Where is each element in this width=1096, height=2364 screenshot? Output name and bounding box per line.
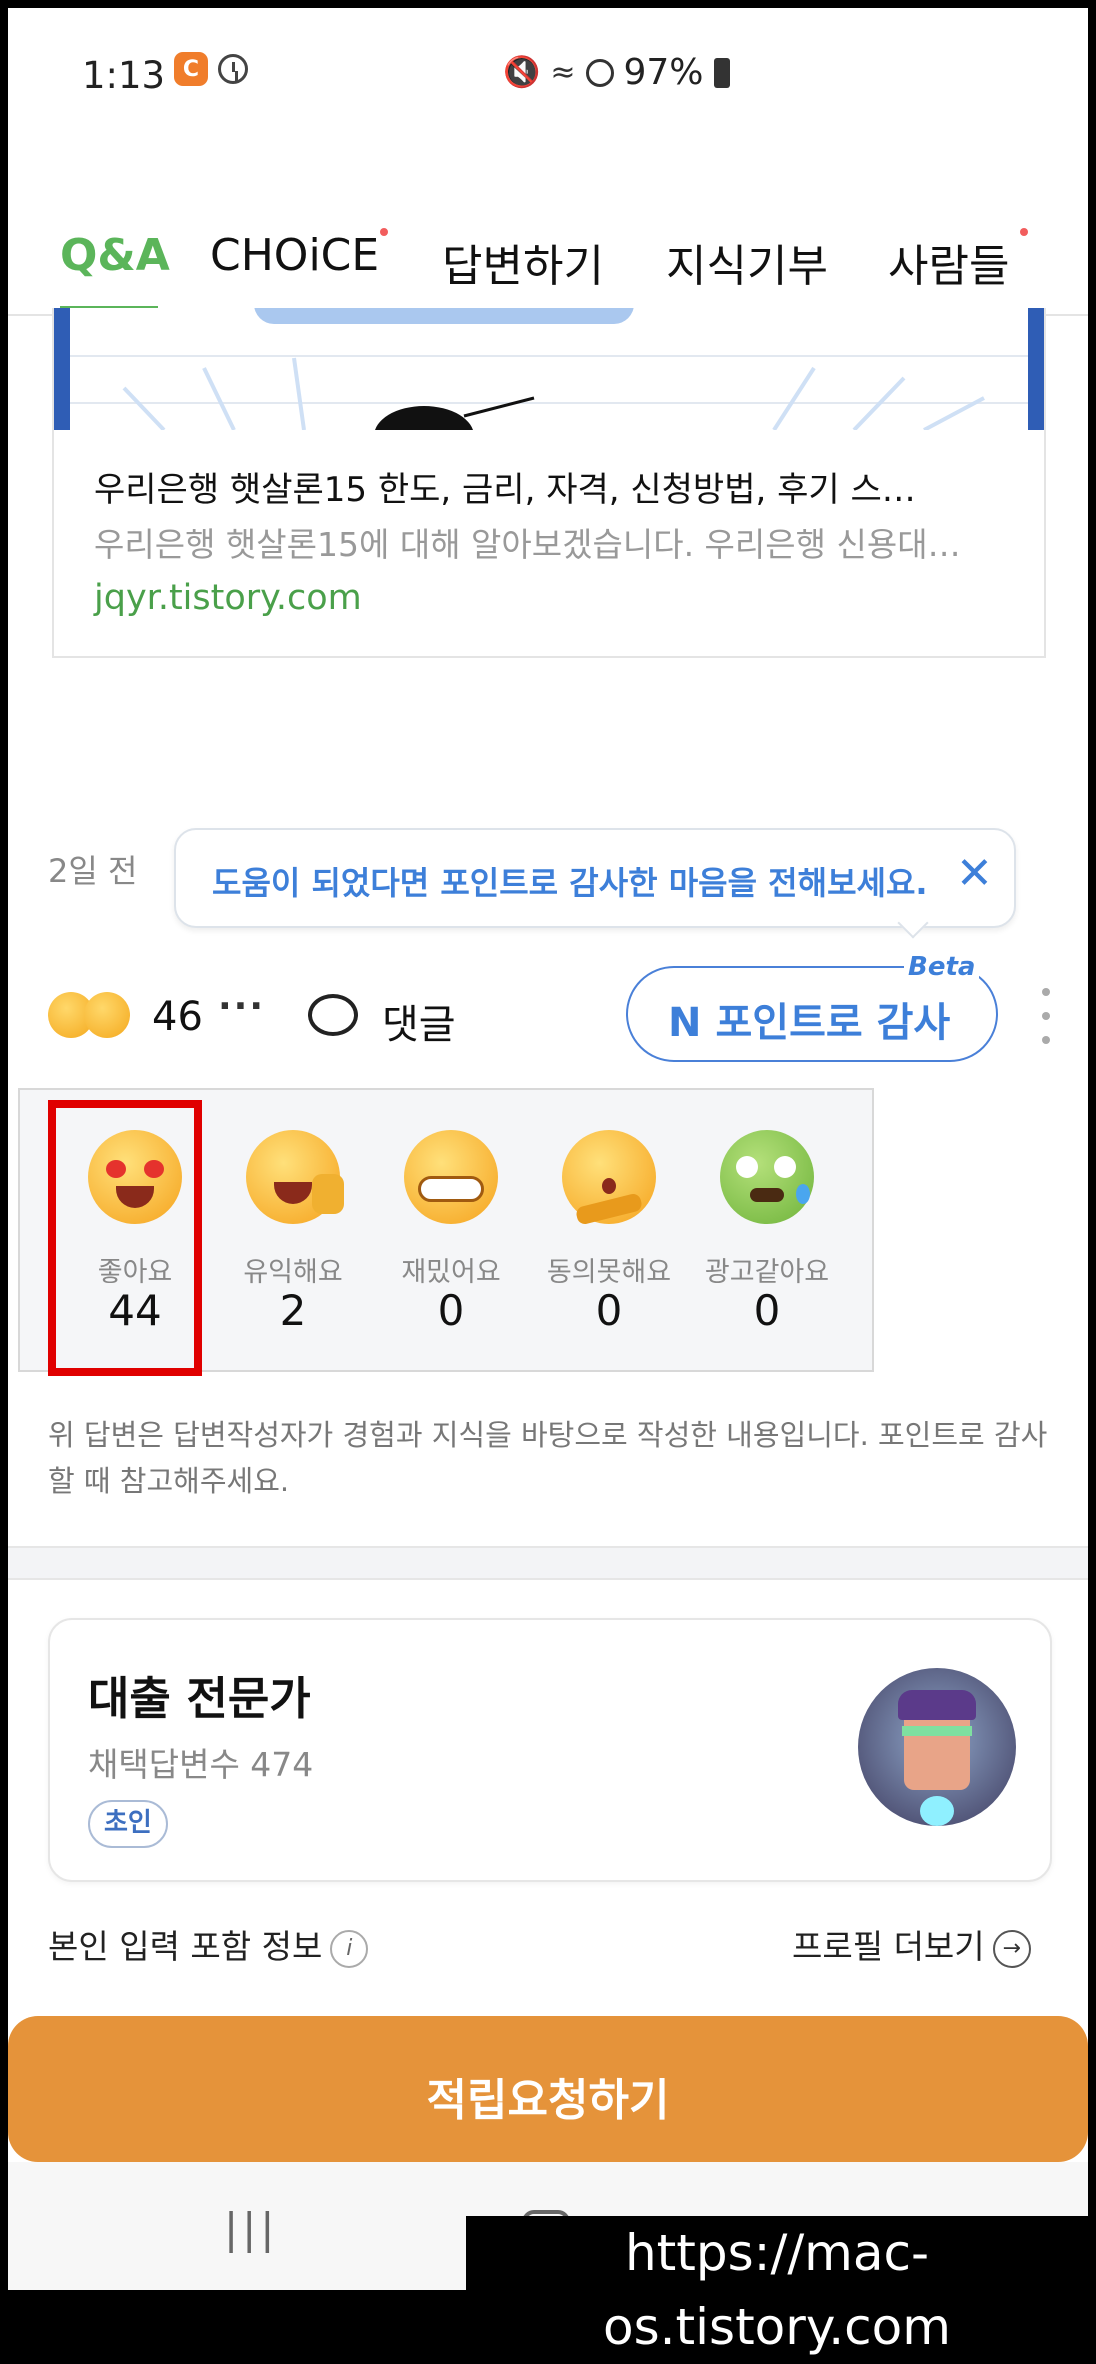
reaction-ad[interactable]: 광고같아요 0 <box>692 1090 842 1374</box>
request-points-button[interactable]: 적립요청하기 <box>8 2016 1088 2162</box>
reaction-summary-icons[interactable] <box>48 992 148 1042</box>
nauseated-emoji-icon <box>720 1130 814 1224</box>
info-icon[interactable]: i <box>330 1929 369 1968</box>
answerer-profile-card[interactable]: 대출 전문가 채택답변수 474 초인 <box>48 1618 1052 1882</box>
adopted-answer-count: 채택답변수 474 <box>88 1745 314 1784</box>
wifi-icon: ≈ <box>550 55 576 90</box>
self-input-info[interactable]: 본인 입력 포함 정보 i <box>48 1920 369 1968</box>
battery-percent: 97% <box>623 52 704 93</box>
status-icons: 🔇 ≈ 97% <box>503 52 730 93</box>
self-info-label: 본인 입력 포함 정보 <box>48 1927 323 1966</box>
close-icon[interactable]: ✕ <box>956 848 993 899</box>
alarm-clock-icon <box>218 54 248 88</box>
link-domain: jqyr.tistory.com <box>94 578 362 618</box>
dnd-icon <box>585 58 614 87</box>
section-divider <box>8 1546 1088 1580</box>
status-time: 1:13 <box>82 54 166 97</box>
highlight-box <box>48 1100 202 1376</box>
link-thumbnail <box>54 308 1044 430</box>
app-notification-icon: C <box>174 52 208 86</box>
reaction-count[interactable]: 46 <box>152 994 203 1040</box>
avatar <box>858 1668 1016 1826</box>
reaction-name: 유익해요 <box>243 1257 343 1288</box>
answer-time-ago: 2일 전 <box>48 852 138 890</box>
thumbs-up-emoji-icon <box>246 1130 344 1224</box>
reaction-disagree[interactable]: 동의못해요 0 <box>534 1090 684 1374</box>
point-tooltip: 도움이 되었다면 포인트로 감사한 마음을 전해보세요. ✕ <box>174 828 1016 928</box>
naver-point-icon: N <box>668 1000 702 1046</box>
tab-bar: Q&A CHOiCE 답변하기 지식기부 사람들 <box>8 228 1088 316</box>
reaction-funny[interactable]: 재밌어요 0 <box>376 1090 526 1374</box>
profile-name: 대출 전문가 <box>88 1672 311 1725</box>
reaction-count: 0 <box>437 1286 465 1335</box>
people-new-dot <box>1020 228 1028 236</box>
tab-donate[interactable]: 지식기부 <box>666 230 828 294</box>
link-title: 우리은행 햇살론15 한도, 금리, 자격, 신청방법, 후기 스… <box>94 470 916 510</box>
reaction-count: 0 <box>753 1286 781 1335</box>
screen: 1:13 C 🔇 ≈ 97% Q&A CHOiCE 답변하기 지식기부 사람들 <box>8 8 1088 2290</box>
reaction-count: 2 <box>279 1286 307 1335</box>
reaction-useful[interactable]: 유익해요 2 <box>218 1090 368 1374</box>
reaction-more-button[interactable]: ··· <box>218 986 265 1027</box>
tab-answer[interactable]: 답변하기 <box>442 230 604 294</box>
crossed-arms-emoji-icon <box>562 1130 656 1226</box>
beta-label: Beta <box>904 952 980 982</box>
mute-icon: 🔇 <box>503 55 541 90</box>
arrow-right-icon: → <box>992 1929 1031 1968</box>
link-preview-card[interactable]: 우리은행 햇살론15 한도, 금리, 자격, 신청방법, 후기 스… 우리은행 … <box>52 308 1046 658</box>
tab-people[interactable]: 사람들 <box>888 230 1009 294</box>
battery-icon <box>713 57 730 88</box>
reaction-count: 0 <box>595 1286 623 1335</box>
thumbs-up-emoji-icon <box>84 992 130 1038</box>
reaction-name: 재밌어요 <box>401 1257 501 1288</box>
rank-badge: 초인 <box>88 1800 168 1848</box>
profile-more-label: 프로필 더보기 <box>792 1927 985 1966</box>
request-points-label: 적립요청하기 <box>426 2075 670 2126</box>
tooltip-text: 도움이 되었다면 포인트로 감사한 마음을 전해보세요. <box>212 864 928 902</box>
tab-qna[interactable]: Q&A <box>60 230 170 281</box>
comment-button[interactable]: 댓글 <box>382 992 456 1050</box>
link-description: 우리은행 햇살론15에 대해 알아보겠습니다. 우리은행 신용대… <box>94 525 961 564</box>
more-options-icon[interactable] <box>1042 988 1052 1048</box>
profile-more-link[interactable]: 프로필 더보기 → <box>792 1920 1031 1968</box>
answer-disclaimer: 위 답변은 답변작성자가 경험과 지식을 바탕으로 작성한 내용입니다. 포인트… <box>48 1418 1048 1498</box>
point-button-label: 포인트로 감사 <box>715 1000 951 1046</box>
tab-choice[interactable]: CHOiCE <box>210 230 379 281</box>
reaction-name: 동의못해요 <box>546 1257 672 1288</box>
comment-icon[interactable] <box>308 994 358 1036</box>
reaction-name: 광고같아요 <box>704 1257 830 1288</box>
recent-apps-icon[interactable]: ||| <box>224 2204 278 2253</box>
grinning-emoji-icon <box>404 1130 498 1224</box>
watermark: https://mac-os.tistory.com <box>466 2216 1088 2356</box>
choice-new-dot <box>380 228 388 236</box>
